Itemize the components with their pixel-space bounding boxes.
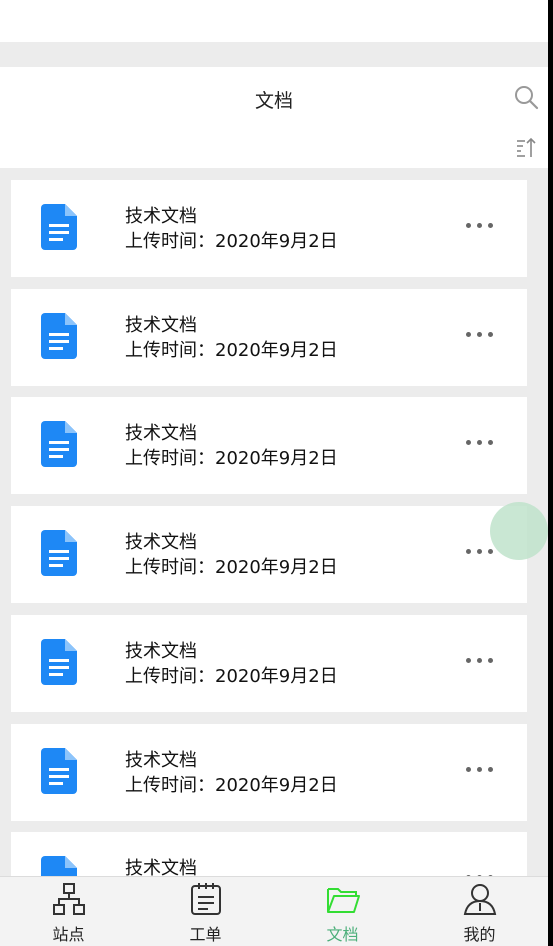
more-options-icon[interactable] <box>466 760 498 778</box>
document-icon <box>41 421 77 468</box>
more-options-icon[interactable] <box>466 216 498 234</box>
search-icon[interactable] <box>513 84 539 110</box>
page-title: 文档 <box>254 90 293 112</box>
user-icon <box>463 884 496 915</box>
more-options-icon[interactable] <box>466 868 498 876</box>
document-info: 技术文档上传时间：2020年9月2日 <box>125 204 338 254</box>
screen: 文档 技术文档 上传时间：2020年9月2日 技术文档 上传时间：2020年9月2日技… <box>0 0 548 946</box>
tab-label: 站点 <box>52 925 85 944</box>
document-icon <box>41 747 77 794</box>
document-icon <box>41 204 77 250</box>
document-upload-time: 上传时间：2020年9月2日 <box>125 339 338 361</box>
document-icon <box>41 856 77 876</box>
more-options-icon[interactable] <box>466 651 498 669</box>
document-card[interactable]: 技术文档上传时间：2020年9月2日 <box>11 288 527 386</box>
tab-workorder[interactable]: 工单 <box>137 877 274 946</box>
tab-mine[interactable]: 我的 <box>411 877 548 946</box>
document-info: 技术文档上传时间：2020年9月2日 <box>125 421 338 471</box>
document-card[interactable]: 技术文档上传时间：2020年9月2日 <box>11 723 527 821</box>
document-info: 技术文档上传时间：2020年9月2日 <box>125 530 338 580</box>
document-icon <box>41 638 77 685</box>
document-name: 技术文档 <box>125 858 197 876</box>
tab-label: 文档 <box>326 925 359 944</box>
document-card[interactable]: 技术文档上传时间：2020年9月2日 <box>11 614 527 712</box>
more-options-icon[interactable] <box>466 325 498 343</box>
sitemap-icon <box>52 883 85 915</box>
document-upload-time: 上传时间：2020年9月2日 <box>125 231 338 252</box>
document-name: 技术文档 <box>125 206 197 227</box>
document-card[interactable]: 技术文档上传时间：2020年9月2日 <box>11 506 527 604</box>
folder-icon <box>326 888 360 913</box>
page-header: 文档 <box>0 67 548 168</box>
document-info: 技术文档上传时间：2020年9月2日 <box>125 639 338 689</box>
document-card[interactable]: 技术文档上传时间：2020年9月2日 <box>11 180 527 277</box>
document-card[interactable]: 技术文档上传时间：2020年9月2日 <box>11 832 527 876</box>
document-name: 技术文档 <box>125 749 197 771</box>
document-name: 技术文档 <box>125 640 197 662</box>
sort-icon[interactable] <box>514 136 538 160</box>
tab-label: 工单 <box>189 925 222 944</box>
document-upload-time: 上传时间：2020年9月2日 <box>125 448 338 470</box>
document-name: 技术文档 <box>125 423 197 445</box>
tab-label: 我的 <box>463 925 496 944</box>
more-options-icon[interactable] <box>466 433 498 451</box>
document-icon <box>41 530 77 577</box>
document-info: 技术文档上传时间：2020年9月2日 <box>125 856 338 876</box>
clipboard-icon <box>190 883 221 915</box>
status-area <box>0 0 548 42</box>
document-name: 技术文档 <box>125 314 197 336</box>
document-info: 技术文档上传时间：2020年9月2日 <box>125 748 338 798</box>
document-list: 技术文档 上传时间：2020年9月2日 技术文档 上传时间：2020年9月2日 技术文档… <box>0 180 548 876</box>
document-icon <box>41 312 77 359</box>
document-name: 技术文档 <box>125 532 197 554</box>
document-card[interactable]: 技术文档上传时间：2020年9月2日 <box>11 397 527 495</box>
document-upload-time: 上传时间：2020年9月2日 <box>125 774 338 796</box>
document-upload-time: 上传时间：2020年9月2日 <box>125 665 338 687</box>
tab-documents[interactable]: 文档 <box>274 877 411 946</box>
document-info: 技术文档上传时间：2020年9月2日 <box>125 313 338 363</box>
bottom-tab-bar: 站点 工单 文档 我的 <box>0 876 548 946</box>
floating-action-button[interactable] <box>490 502 548 560</box>
document-upload-time: 上传时间：2020年9月2日 <box>125 557 338 579</box>
tab-site[interactable]: 站点 <box>0 877 137 946</box>
